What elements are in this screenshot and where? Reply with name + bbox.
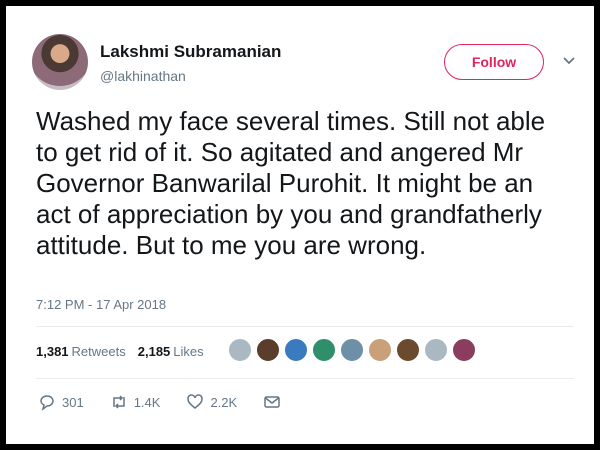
liker-avatar[interactable] [424, 338, 448, 362]
reply-icon [40, 395, 54, 411]
retweets-stat[interactable]: 1,381 Retweets [36, 344, 126, 359]
likes-stat[interactable]: 2,185 Likes [138, 344, 204, 359]
liker-avatar[interactable] [368, 338, 392, 362]
envelope-icon [264, 396, 280, 408]
message-button[interactable] [263, 393, 281, 411]
liker-avatar[interactable] [284, 338, 308, 362]
author-name[interactable]: Lakshmi Subramanian [100, 42, 281, 62]
tweet-timestamp[interactable]: 7:12 PM - 17 Apr 2018 [36, 297, 166, 312]
author-avatar[interactable] [32, 34, 88, 90]
like-count: 2.2K [210, 394, 238, 410]
retweet-count: 1.4K [133, 394, 161, 410]
tweet-text: Washed my face several times. Still not … [36, 106, 576, 261]
tweet-text-line: to get rid of it. So agitated and angere… [36, 137, 524, 167]
liker-avatars [228, 338, 476, 362]
tweet-text-line: Governor Banwarilal Purohit. It might be… [36, 168, 534, 198]
liker-avatar[interactable] [228, 338, 252, 362]
heart-icon [187, 394, 204, 409]
author-handle[interactable]: @lakhinathan [100, 68, 186, 84]
liker-avatar[interactable] [396, 338, 420, 362]
liker-avatar[interactable] [312, 338, 336, 362]
liker-avatar[interactable] [452, 338, 476, 362]
chevron-down-icon[interactable] [562, 56, 576, 66]
engagement-stats: 1,381 Retweets 2,185 Likes [36, 344, 204, 359]
action-bar: 301 1.4K 2.2K [38, 393, 307, 411]
tweet-text-line: Washed my face several times. Still not … [36, 106, 546, 136]
tweet-text-line: attitude. But to me you are wrong. [36, 230, 427, 260]
retweet-button[interactable]: 1.4K [110, 393, 161, 411]
liker-avatar[interactable] [256, 338, 280, 362]
divider [36, 378, 574, 379]
divider [36, 326, 574, 327]
liker-avatar[interactable] [340, 338, 364, 362]
follow-button[interactable]: Follow [444, 44, 544, 80]
tweet-text-line: act of appreciation by you and grandfath… [36, 199, 542, 229]
reply-button[interactable]: 301 [38, 393, 84, 411]
reply-count: 301 [62, 394, 84, 410]
tweet-card: Lakshmi Subramanian @lakhinathan Follow … [6, 6, 594, 444]
retweet-icon [112, 395, 125, 409]
like-button[interactable]: 2.2K [186, 393, 237, 411]
